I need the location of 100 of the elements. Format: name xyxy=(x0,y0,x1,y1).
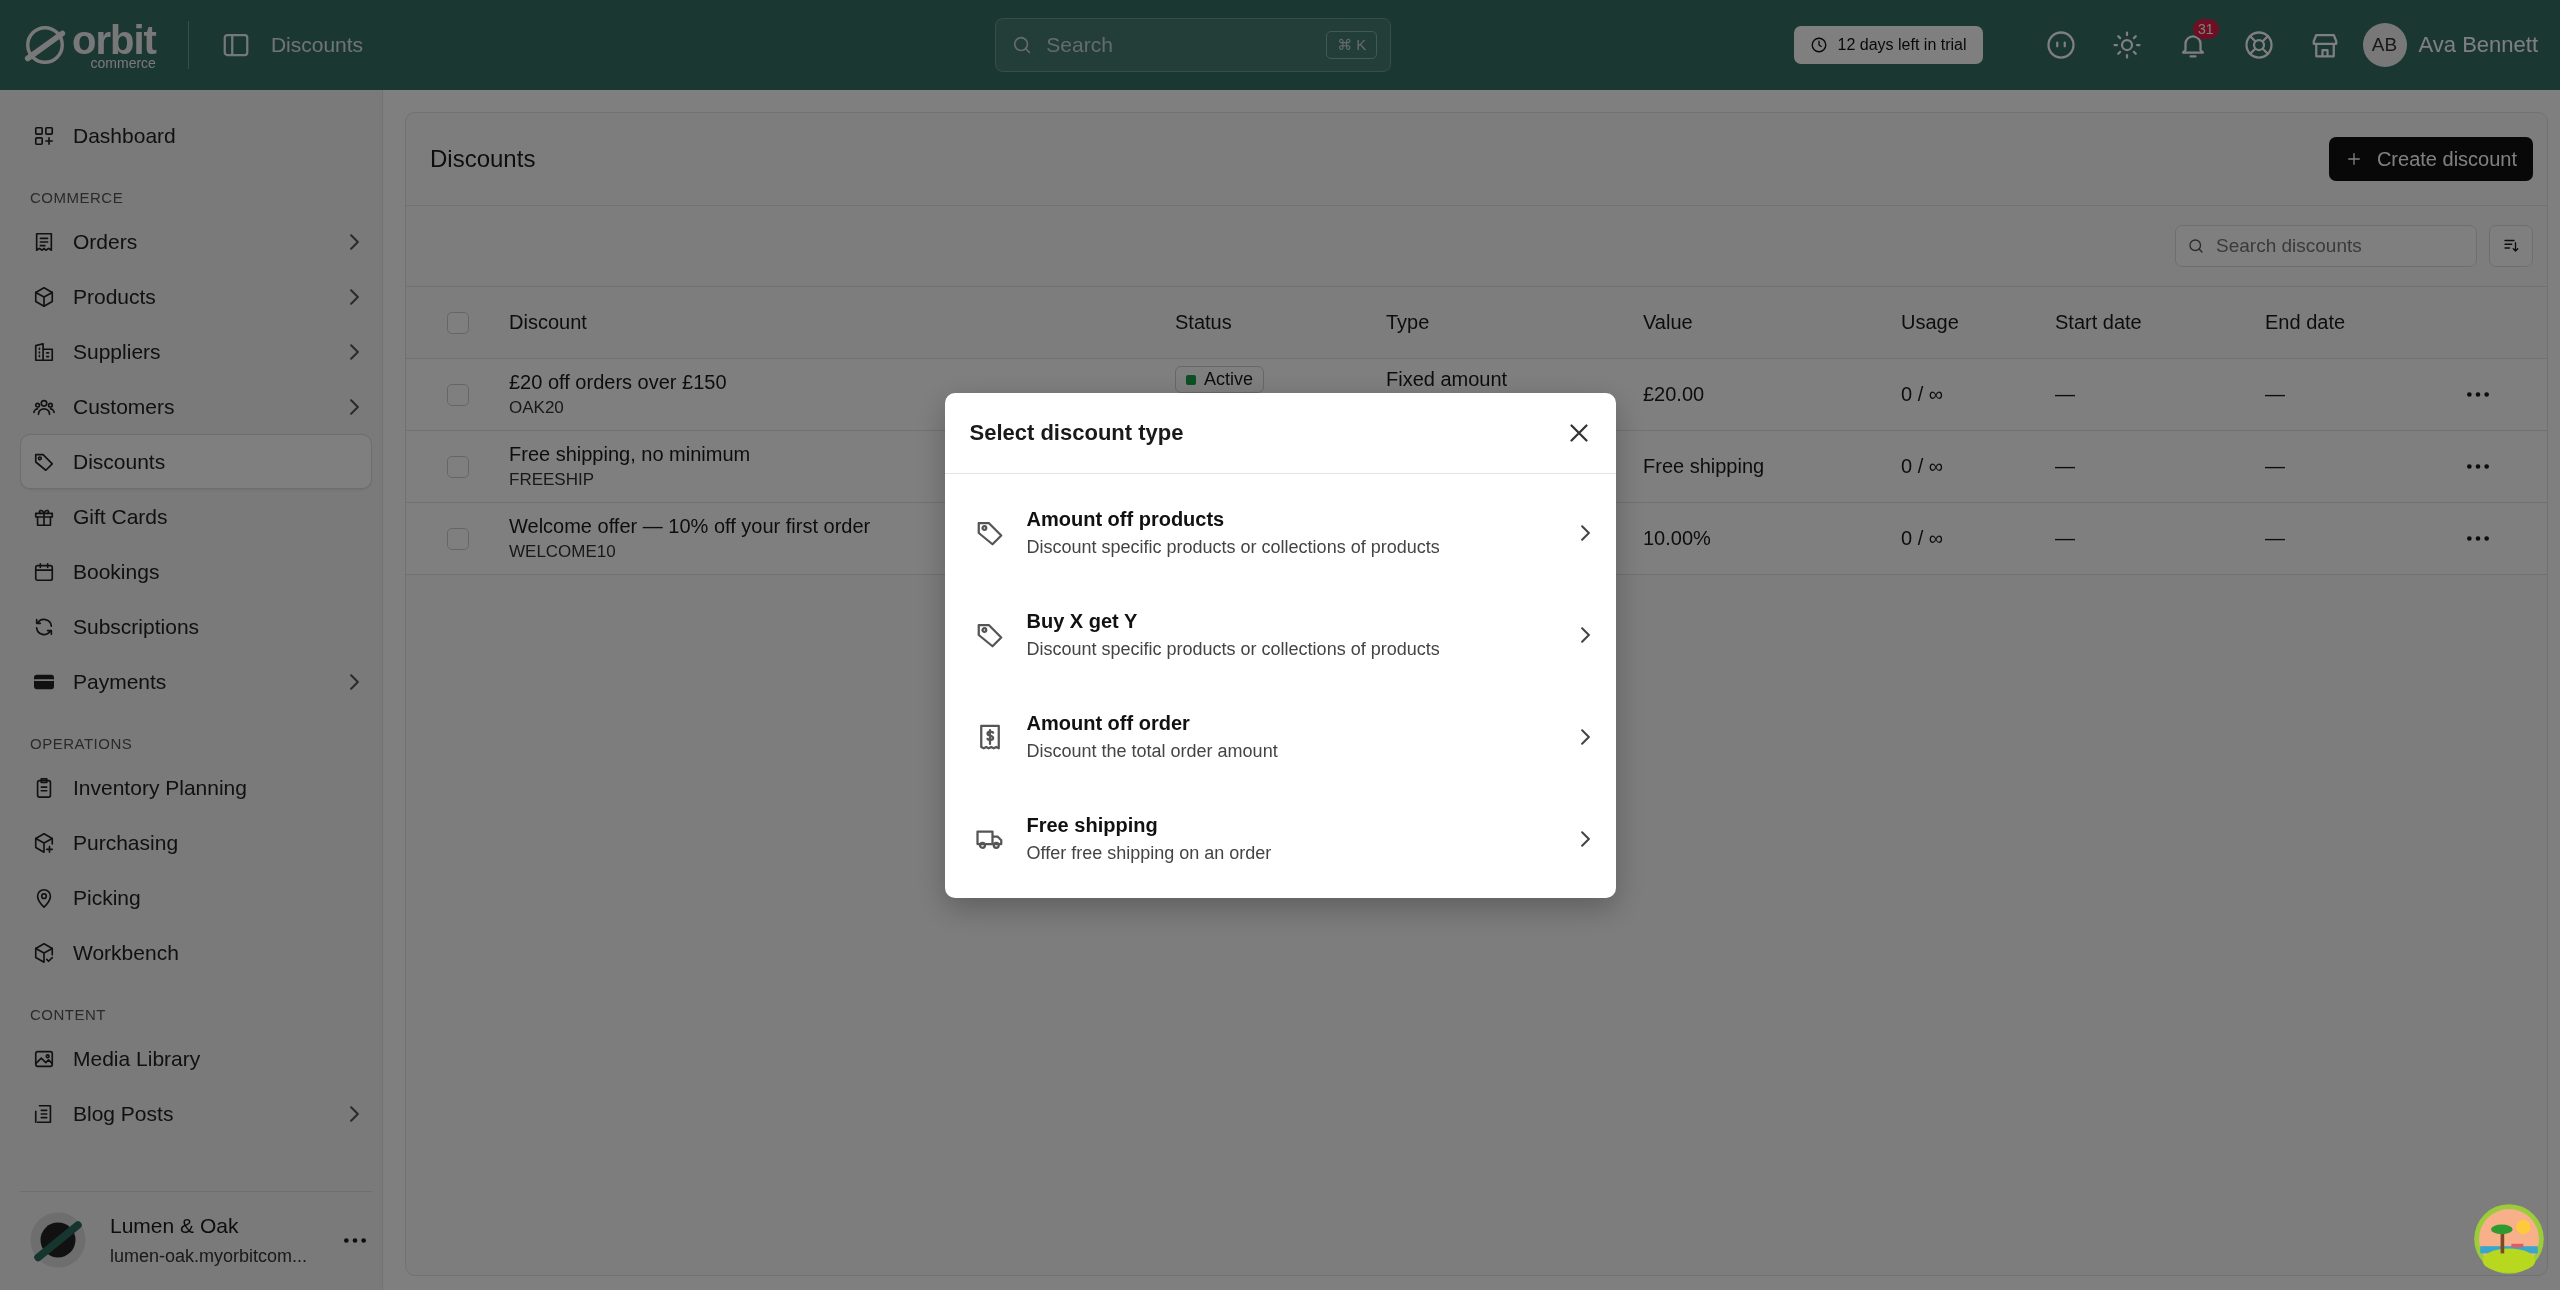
page-title: Discounts xyxy=(270,33,364,57)
sidebar-item[interactable]: Picking xyxy=(20,870,372,925)
column-header: Usage xyxy=(1901,310,1960,335)
sidebar-item[interactable]: Discounts xyxy=(20,434,372,489)
more-icon xyxy=(2467,464,2489,469)
chevron-icon xyxy=(1580,524,1590,541)
table-cell: 0 / ∞ xyxy=(1901,527,1944,550)
sidebar-item[interactable]: Bookings xyxy=(20,544,372,599)
option-title: Amount off products xyxy=(1026,507,1226,531)
table-cell: — xyxy=(2055,383,2075,406)
calendar-icon xyxy=(33,560,55,583)
table-cell: — xyxy=(2265,383,2285,406)
row-actions-button[interactable] xyxy=(2467,536,2489,541)
create-discount-button[interactable]: Create discount xyxy=(2328,137,2533,181)
column-header: Type xyxy=(1386,310,1431,335)
sidebar-item[interactable]: Gift Cards xyxy=(20,489,372,544)
option-description: Discount specific products or collections of products xyxy=(1026,536,1441,558)
discount-name: £20 off orders over £150 xyxy=(509,371,727,394)
sidebar-item[interactable]: Subscriptions xyxy=(20,599,372,654)
box-icon xyxy=(33,285,55,308)
row-checkbox[interactable] xyxy=(446,455,469,478)
grid-icon xyxy=(33,124,55,147)
row-actions-button[interactable] xyxy=(2467,464,2489,469)
keyboard-shortcut: ⌘ K xyxy=(1326,31,1378,59)
chevron-icon xyxy=(350,673,359,690)
discount-type-option[interactable]: Amount off order Discount the total order amount xyxy=(944,685,1616,788)
sidebar-item[interactable]: Payments xyxy=(20,654,372,709)
store-name: Lumen & Oak xyxy=(110,1213,240,1238)
sidebar-item[interactable]: Media Library xyxy=(20,1031,372,1086)
table-cell: — xyxy=(2055,455,2075,478)
table-cell: — xyxy=(2265,527,2285,550)
row-actions-button[interactable] xyxy=(2467,392,2489,397)
notification-count: 31 xyxy=(2192,19,2219,39)
discount-code: WELCOME10 xyxy=(509,542,616,562)
table-cell: Free shipping xyxy=(1643,455,1765,478)
column-header: Status xyxy=(1175,310,1233,335)
chevron-icon xyxy=(1580,626,1590,643)
sun-icon xyxy=(2111,30,2142,60)
sidebar-item[interactable]: Products xyxy=(20,269,372,324)
sidebar-item[interactable]: Orders xyxy=(20,214,372,269)
option-description: Discount specific products or collections of products xyxy=(1026,638,1441,660)
discount-name: Free shipping, no minimum xyxy=(509,443,751,466)
table-cell: — xyxy=(2265,455,2285,478)
table-cell: Fixed amount xyxy=(1386,368,1508,391)
dialog-title: Select discount type xyxy=(969,419,1184,446)
chevron-icon xyxy=(350,398,359,415)
search-icon xyxy=(2187,237,2205,255)
section-heading: OPERATIONS xyxy=(30,735,134,752)
column-header: Start date xyxy=(2055,310,2143,335)
more-icon xyxy=(344,1237,366,1243)
discount-type-option[interactable]: Buy X get Y Discount specific products or collections of products xyxy=(944,583,1616,686)
section-heading: COMMERCE xyxy=(30,189,125,206)
more-button[interactable] xyxy=(344,1237,366,1243)
sort-button[interactable] xyxy=(2489,225,2533,267)
option-description: Discount the total order amount xyxy=(1026,740,1279,762)
option-title: Free shipping xyxy=(1026,813,1159,837)
robot-icon xyxy=(2045,30,2076,60)
receipt-icon xyxy=(33,230,55,253)
sidebar-item[interactable]: Purchasing xyxy=(20,815,372,870)
option-title: Amount off order xyxy=(1026,711,1191,735)
page-heading: Discounts xyxy=(430,145,536,173)
option-description: Offer free shipping on an order xyxy=(1026,842,1273,864)
table-cell: 0 / ∞ xyxy=(1901,383,1944,406)
chevron-icon xyxy=(350,1105,359,1122)
table-cell: 0 / ∞ xyxy=(1901,455,1944,478)
table-cell: 10.00% xyxy=(1643,527,1711,550)
chevron-icon xyxy=(1580,830,1590,847)
orbit-logo[interactable]: orbit commerce xyxy=(22,20,156,70)
sidebar-item[interactable]: Inventory Planning xyxy=(20,760,372,815)
help-icon xyxy=(2243,30,2274,60)
sidebar-item[interactable]: Suppliers xyxy=(20,324,372,379)
trial-text: 12 days left in trial xyxy=(1837,36,1967,54)
store-domain: lumen-oak.myorbitcom... xyxy=(110,1245,309,1267)
option-title: Buy X get Y xyxy=(1026,609,1139,633)
sidebar-item[interactable]: Blog Posts xyxy=(20,1086,372,1141)
column-header: End date xyxy=(2265,310,2347,335)
select-all-checkbox[interactable] xyxy=(446,311,469,334)
box-check-icon xyxy=(33,941,55,964)
table-cell: — xyxy=(2055,527,2075,550)
more-icon xyxy=(2467,392,2489,397)
discount-name: Welcome offer — 10% off your first order xyxy=(509,515,871,538)
row-checkbox[interactable] xyxy=(446,383,469,406)
row-checkbox[interactable] xyxy=(446,527,469,550)
trial-badge[interactable]: 12 days left in trial xyxy=(1793,26,1983,64)
table-cell: £20.00 xyxy=(1643,383,1705,406)
store-logo-icon xyxy=(28,1210,88,1270)
column-header: Value xyxy=(1643,310,1694,335)
user-name[interactable]: Ava Bennett xyxy=(2418,32,2538,58)
user-avatar[interactable]: AB xyxy=(2362,23,2407,67)
discount-type-option[interactable]: Amount off products Discount specific products or collections of products xyxy=(944,481,1616,584)
building-icon xyxy=(33,340,55,363)
clock-icon xyxy=(1809,36,1828,54)
sidebar-item[interactable]: Customers xyxy=(20,379,372,434)
more-icon xyxy=(2467,536,2489,541)
section-heading: CONTENT xyxy=(30,1006,107,1023)
sidebar-item[interactable]: Dashboard xyxy=(20,108,372,163)
discount-type-option[interactable]: Free shipping Offer free shipping on an order xyxy=(944,787,1616,890)
chevron-icon xyxy=(1580,728,1590,745)
sidebar-item[interactable]: Workbench xyxy=(20,925,372,980)
chevron-icon xyxy=(350,233,359,250)
